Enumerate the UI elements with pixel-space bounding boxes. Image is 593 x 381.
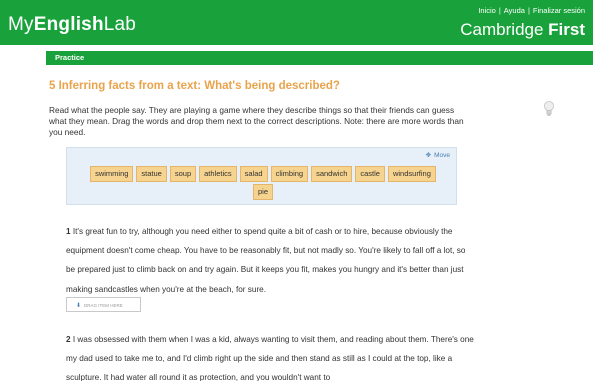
link-separator: | (527, 6, 530, 15)
question-2-text: I was obsessed with them when I was a ki… (66, 335, 474, 381)
question-1-number: 1 (66, 227, 71, 236)
move-icon: ✥ (425, 152, 432, 159)
word-chip-salad[interactable]: salad (239, 166, 268, 182)
word-chip-soup[interactable]: soup (169, 166, 197, 182)
move-handle[interactable]: ✥ Move (426, 151, 450, 159)
course-title-part1: Cambridge (460, 20, 549, 39)
link-inicio[interactable]: Inicio (478, 6, 496, 15)
top-links: Inicio | Ayuda | Finalizar sesión (478, 6, 585, 15)
link-ayuda[interactable]: Ayuda (504, 6, 525, 15)
app-logo[interactable]: MyEnglishLab (8, 14, 136, 36)
drop-target-label: DRAG ITEM HERE (84, 303, 123, 308)
word-chip-climbing[interactable]: climbing (270, 166, 309, 182)
course-title: Cambridge First (460, 20, 585, 40)
tab-practice-label: Practice (55, 53, 85, 62)
tab-practice[interactable]: Practice (46, 51, 593, 65)
download-icon: ⬇ (76, 303, 82, 309)
drop-target-1[interactable]: ⬇ DRAG ITEM HERE (66, 297, 141, 312)
exercise-instructions: Read what the people say. They are playi… (49, 105, 464, 137)
word-bank: ✥ Move swimming statue soup athletics sal… (66, 147, 457, 205)
logo-english: English (33, 14, 104, 35)
question-1: 1 It's great fun to try, although you ne… (66, 222, 466, 299)
word-chip-windsurfing[interactable]: windsurfing (387, 166, 436, 182)
question-2: 2 I was obsessed with them when I was a … (66, 330, 476, 381)
word-chip-sandwich[interactable]: sandwich (311, 166, 353, 182)
link-logout[interactable]: Finalizar sesión (533, 6, 585, 15)
word-chips: swimming statue soup athletics salad cli… (81, 166, 445, 200)
word-chip-swimming[interactable]: swimming (90, 166, 134, 182)
question-1-text: It's great fun to try, although you need… (66, 227, 466, 294)
exercise-title: 5 Inferring facts from a text: What's be… (49, 80, 340, 92)
move-label: Move (434, 152, 450, 159)
lightbulb-icon[interactable] (543, 100, 555, 118)
word-chip-castle[interactable]: castle (355, 166, 385, 182)
app-header: MyEnglishLab Inicio | Ayuda | Finalizar sesi… (0, 0, 593, 45)
word-chip-athletics[interactable]: athletics (199, 166, 237, 182)
word-chip-statue[interactable]: statue (136, 166, 167, 182)
question-2-number: 2 (66, 335, 71, 344)
logo-my: My (8, 14, 34, 35)
course-title-part2: First (548, 20, 585, 39)
word-chip-pie[interactable]: pie (252, 184, 273, 200)
link-separator: | (498, 6, 501, 15)
logo-lab: Lab (103, 14, 137, 35)
